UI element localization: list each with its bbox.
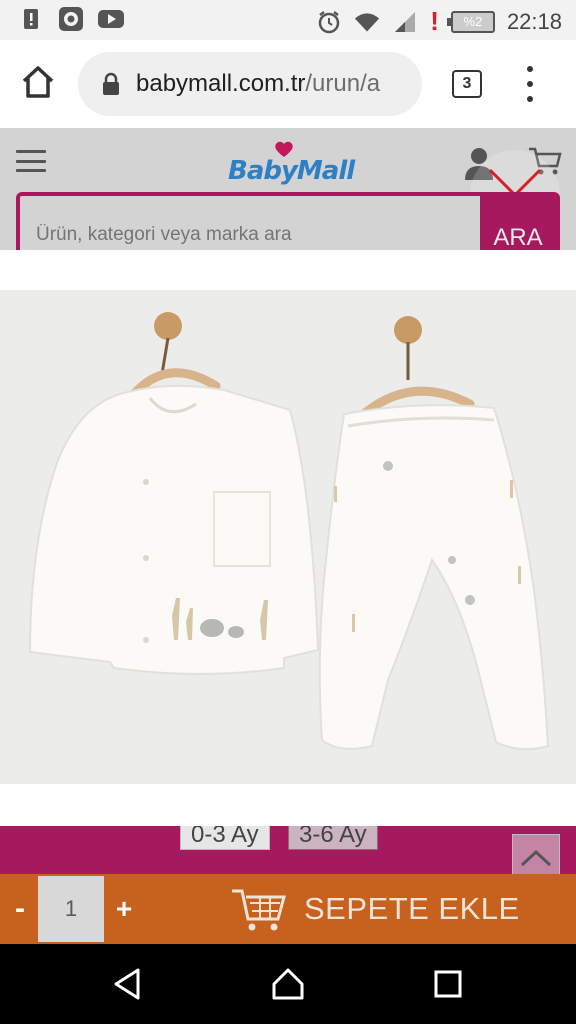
overflow-menu-icon[interactable] [520,66,540,102]
home-icon[interactable] [268,966,308,1002]
address-bar[interactable]: babymall.com.tr/urun/a [78,52,422,116]
logo-text-baby: Baby [228,156,298,186]
url-domain: babymall.com.tr [136,70,306,97]
recents-icon[interactable] [428,966,468,1002]
chevron-up-icon [520,849,552,867]
hamburger-icon[interactable] [16,150,46,172]
logo-text-mall: Mall [296,156,355,186]
tab-count: 3 [462,75,472,92]
navigation-bar [0,944,576,1024]
quantity-decrease-button[interactable]: - [8,892,32,926]
signal-icon [392,9,418,35]
quantity-input[interactable]: 1 [38,876,104,942]
home-icon[interactable] [18,62,62,106]
search-input[interactable] [36,224,466,246]
size-selector-bar: 0-3 Ay 3-6 Ay [0,826,576,874]
battery-icon: %2 [446,10,495,33]
youtube-icon [98,6,124,32]
battery-alert-icon: ! [430,6,439,36]
url-text: babymall.com.tr/urun/a [136,70,380,98]
product-image[interactable] [0,290,576,784]
status-bar: ! %2 22:18 [0,0,576,40]
add-to-cart-label: SEPETE EKLE [304,891,520,926]
search-bar: ARA [16,192,560,250]
add-to-cart-button[interactable]: SEPETE EKLE [230,878,560,940]
add-to-cart-bar: - 1 + SEPETE EKLE [0,874,576,944]
alert-icon [18,6,44,32]
site-header: BabyMall ARA [0,128,576,250]
quantity-increase-button[interactable]: + [112,892,136,926]
wifi-icon [354,9,380,35]
lock-icon [102,72,122,96]
babymall-logo[interactable]: BabyMall [228,141,355,188]
heart-icon [275,141,293,157]
app-icon [58,6,84,32]
url-path: /urun/a [305,70,381,97]
size-option-0-3-ay[interactable]: 0-3 Ay [180,826,270,850]
tabs-icon[interactable]: 3 [452,70,482,98]
clock: 22:18 [506,8,562,34]
browser-toolbar: babymall.com.tr/urun/a 3 [0,40,576,128]
back-icon[interactable] [108,966,148,1002]
alarm-icon [316,9,342,35]
shopping-cart-icon [232,889,286,931]
search-button[interactable]: ARA [480,196,556,250]
size-option-3-6-ay[interactable]: 3-6 Ay [288,826,378,850]
